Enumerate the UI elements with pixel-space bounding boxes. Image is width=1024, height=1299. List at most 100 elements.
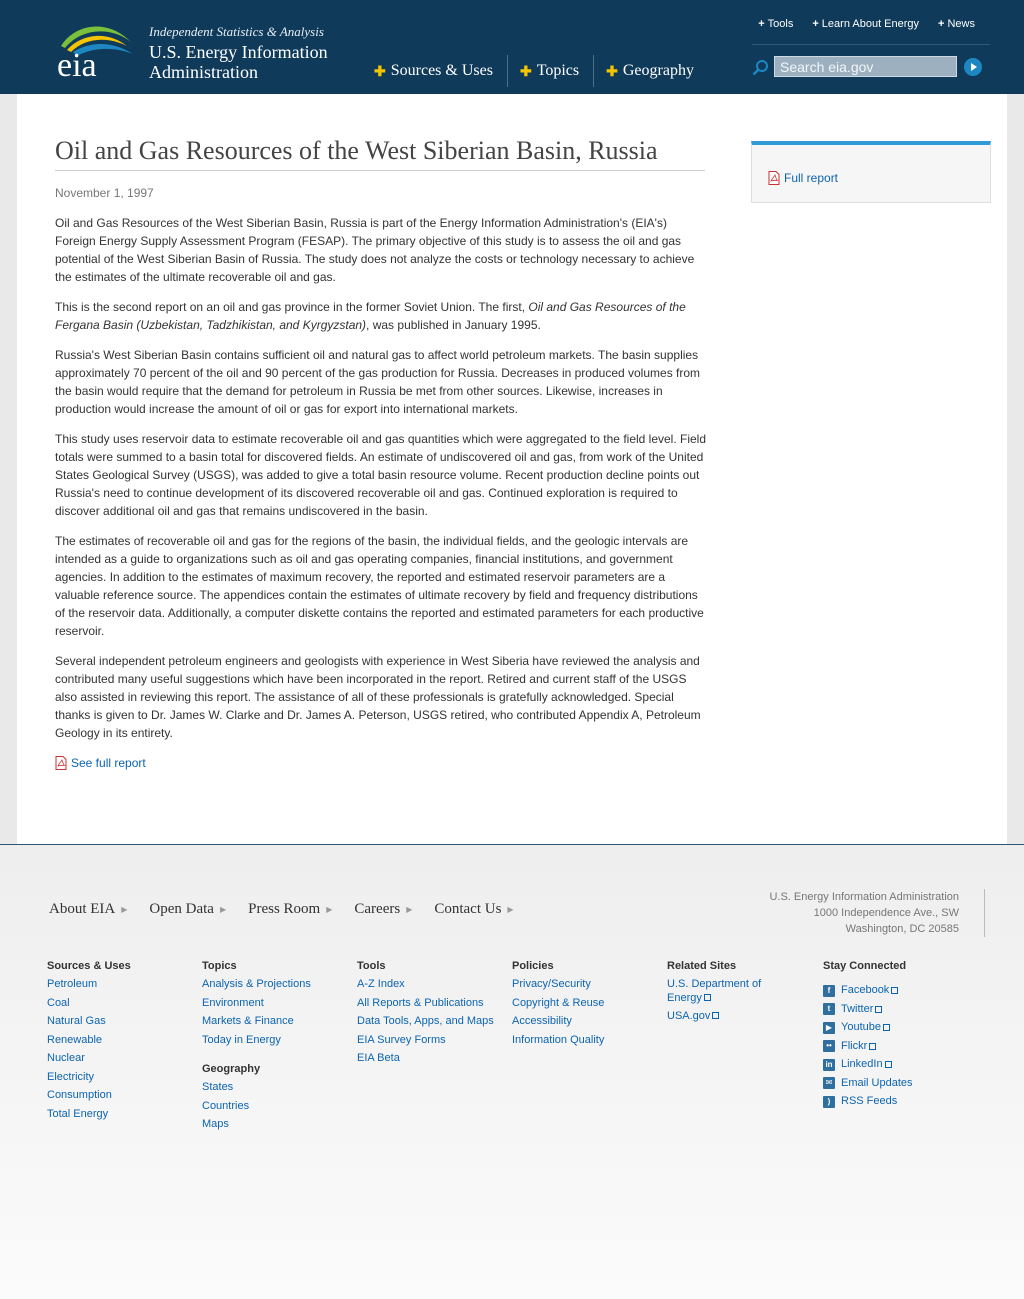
org-name[interactable]: U.S. Energy Information Administration bbox=[149, 42, 369, 82]
footer-col-topics: Topics Analysis & Projections Environmen… bbox=[202, 960, 311, 1137]
footer-link-usagov[interactable]: USA.gov bbox=[667, 1010, 777, 1024]
paragraph: This is the second report on an oil and … bbox=[55, 298, 707, 334]
paragraph: Several independent petroleum engineers … bbox=[55, 654, 701, 740]
rss-icon: ) bbox=[823, 1095, 835, 1108]
flickr-link[interactable]: •• Flickr bbox=[823, 1040, 913, 1054]
search-submit-button[interactable] bbox=[964, 58, 982, 76]
social-label: RSS Feeds bbox=[841, 1095, 898, 1107]
nav-geography[interactable]: ✚ Geography bbox=[594, 55, 708, 87]
full-report-link[interactable]: Full report bbox=[768, 171, 838, 185]
nav-topics[interactable]: ✚ Topics bbox=[508, 55, 595, 87]
search-input[interactable] bbox=[774, 56, 957, 77]
chevron-right-icon: ▶ bbox=[219, 905, 227, 914]
chevron-right-icon: ▶ bbox=[326, 905, 333, 914]
footer-link[interactable]: Markets & Finance bbox=[202, 1015, 311, 1029]
sidebar-box: Full report bbox=[751, 141, 991, 203]
footer-link[interactable]: Renewable bbox=[47, 1034, 131, 1048]
see-full-report-link[interactable]: See full report bbox=[55, 754, 707, 772]
footer-link[interactable]: A-Z Index bbox=[357, 978, 494, 992]
util-tools[interactable]: + Tools bbox=[758, 18, 793, 30]
footer-nav-about[interactable]: About EIA ▶ bbox=[49, 901, 127, 918]
main-nav: ✚ Sources & Uses ✚ Topics ✚ Geography bbox=[362, 55, 708, 87]
footer-col-title: Stay Connected bbox=[823, 960, 907, 972]
footer-link[interactable]: Environment bbox=[202, 997, 311, 1011]
full-report-label[interactable]: Full report bbox=[784, 171, 838, 185]
nav-label: Sources & Uses bbox=[390, 62, 493, 79]
chevron-right-icon: ▶ bbox=[406, 905, 413, 914]
publication-date: November 1, 1997 bbox=[55, 186, 154, 200]
footer-col-sources: Sources & Uses Petroleum Coal Natural Ga… bbox=[47, 960, 131, 1126]
footer-link[interactable]: States bbox=[202, 1081, 311, 1095]
footer-link[interactable]: EIA Beta bbox=[357, 1052, 494, 1066]
address-line: Washington, DC 20585 bbox=[845, 923, 959, 935]
util-label: Learn About Energy bbox=[821, 18, 920, 30]
address-line: U.S. Energy Information Administration bbox=[769, 891, 959, 903]
footer-link-label: U.S. Department of Energy bbox=[667, 978, 762, 1004]
site-header: eia Independent Statistics & Analysis U.… bbox=[0, 0, 1024, 94]
footer-link[interactable]: Accessibility bbox=[512, 1015, 604, 1029]
youtube-link[interactable]: ▶ Youtube bbox=[823, 1021, 913, 1035]
footer-link[interactable]: Total Energy bbox=[47, 1108, 131, 1122]
email-updates-link[interactable]: ✉ Email Updates bbox=[823, 1077, 913, 1091]
footer-col-title: Related Sites bbox=[667, 960, 737, 972]
footer-link-doe[interactable]: U.S. Department of Energy bbox=[667, 978, 777, 1005]
see-full-report-label[interactable]: See full report bbox=[71, 754, 146, 772]
footer-link[interactable]: Privacy/Security bbox=[512, 978, 604, 992]
footer-link[interactable]: Information Quality bbox=[512, 1034, 604, 1048]
util-learn-about-energy[interactable]: + Learn About Energy bbox=[812, 18, 919, 30]
linkedin-link[interactable]: in LinkedIn bbox=[823, 1058, 913, 1072]
footer-link[interactable]: Consumption bbox=[47, 1089, 131, 1103]
twitter-icon: t bbox=[823, 1003, 835, 1016]
nav-sources-uses[interactable]: ✚ Sources & Uses bbox=[362, 55, 508, 87]
footer-nav-press-room[interactable]: Press Room ▶ bbox=[248, 901, 332, 918]
external-link-icon bbox=[712, 1012, 720, 1019]
paragraph: Russia's West Siberian Basin contains su… bbox=[55, 348, 701, 416]
rss-feeds-link[interactable]: ) RSS Feeds bbox=[823, 1095, 913, 1109]
footer-col-title: Tools bbox=[357, 960, 386, 972]
footer-nav: About EIA ▶ Open Data ▶ Press Room ▶ Career… bbox=[49, 901, 514, 918]
footer-nav-open-data[interactable]: Open Data ▶ bbox=[149, 901, 226, 918]
footer-col-title: Topics bbox=[202, 960, 237, 972]
footer-link[interactable]: Electricity bbox=[47, 1071, 131, 1085]
footer-link[interactable]: Today in Energy bbox=[202, 1034, 311, 1048]
footer-col-tools: Tools A-Z Index All Reports & Publicatio… bbox=[357, 960, 494, 1071]
pdf-icon bbox=[768, 171, 780, 185]
footer-nav-contact[interactable]: Contact Us ▶ bbox=[434, 901, 513, 918]
footer-nav-label: Open Data bbox=[149, 901, 214, 917]
address-line: 1000 Independence Ave., SW bbox=[813, 907, 959, 919]
address: U.S. Energy Information Administration 1… bbox=[769, 889, 959, 937]
plus-icon: ✚ bbox=[606, 62, 618, 79]
facebook-icon: f bbox=[823, 984, 835, 997]
twitter-link[interactable]: t Twitter bbox=[823, 1003, 913, 1017]
paragraph: The estimates of recoverable oil and gas… bbox=[55, 534, 704, 638]
eia-logo[interactable]: eia bbox=[55, 20, 135, 80]
facebook-link[interactable]: f Facebook bbox=[823, 984, 913, 998]
footer-col-stay-connected: Stay Connected f Facebook t Twitter ▶ Youtu… bbox=[823, 960, 913, 1114]
flickr-icon: •• bbox=[823, 1040, 835, 1053]
paragraph: This study uses reservoir data to estima… bbox=[55, 432, 707, 518]
footer-link[interactable]: Nuclear bbox=[47, 1052, 131, 1066]
page-title: Oil and Gas Resources of the West Siberi… bbox=[55, 136, 658, 165]
footer-link[interactable]: Maps bbox=[202, 1118, 311, 1132]
divider bbox=[984, 889, 985, 937]
footer-link[interactable]: Data Tools, Apps, and Maps bbox=[357, 1015, 494, 1029]
util-news[interactable]: + News bbox=[938, 18, 975, 30]
footer-link[interactable]: Petroleum bbox=[47, 978, 131, 992]
social-label: Youtube bbox=[841, 1021, 881, 1033]
util-label: Tools bbox=[767, 18, 794, 30]
plus-icon: + bbox=[758, 18, 765, 30]
paragraph: Oil and Gas Resources of the West Siberi… bbox=[55, 216, 695, 284]
paragraph-text: This is the second report on an oil and … bbox=[55, 300, 529, 314]
external-link-icon bbox=[869, 1042, 877, 1050]
footer-link[interactable]: Analysis & Projections bbox=[202, 978, 311, 992]
footer-link[interactable]: Countries bbox=[202, 1100, 311, 1114]
footer-link[interactable]: EIA Survey Forms bbox=[357, 1034, 494, 1048]
footer-link[interactable]: Natural Gas bbox=[47, 1015, 131, 1029]
footer-nav-label: Press Room bbox=[248, 901, 321, 917]
footer-link[interactable]: All Reports & Publications bbox=[357, 997, 494, 1011]
footer-link[interactable]: Coal bbox=[47, 997, 131, 1011]
footer-nav-careers[interactable]: Careers ▶ bbox=[354, 901, 412, 918]
paragraph-text: , was published in January 1995. bbox=[366, 318, 541, 332]
footer-col-title: Policies bbox=[512, 960, 554, 972]
footer-link[interactable]: Copyright & Reuse bbox=[512, 997, 604, 1011]
